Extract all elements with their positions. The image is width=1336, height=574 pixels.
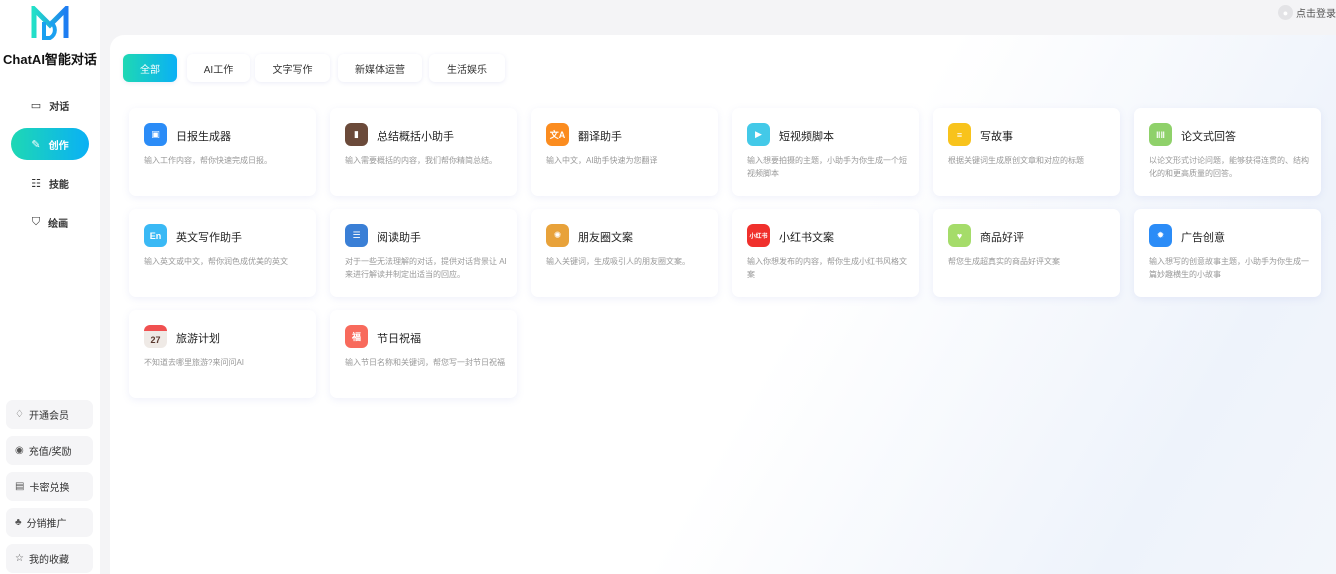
- card-title: 短视频脚本: [779, 131, 834, 143]
- card-title: 论文式回答: [1181, 131, 1236, 143]
- tool-card[interactable]: ‖‖ 论文式回答以论文形式讨论问题，能够获得连贯的、结构化的和更高质量的回答。: [1134, 108, 1321, 196]
- sidebar-item-label: 绘画: [48, 218, 69, 230]
- tool-card[interactable]: ♥ 商品好评帮您生成超真实的商品好评文案: [933, 209, 1120, 297]
- sidebar-item-2[interactable]: ☷ 技能: [11, 167, 89, 199]
- tool-card[interactable]: ≡ 写故事根据关键词生成原创文章和对应的标题: [933, 108, 1120, 196]
- card-description: 输入想要拍摄的主题，小助手为你生成一个短视频脚本: [747, 156, 907, 178]
- tab-3[interactable]: 新媒体运营: [338, 54, 422, 82]
- books-icon: ☰: [345, 224, 368, 247]
- sidebar: ChatAI智能对话 ▭ 对话 ✎ 创作 ☷ 技能 ⛉ 绘画 ♢ 开通会员 ◉ 充值/奖励 ▤ 卡密兑换…: [0, 0, 100, 574]
- card-description: 输入你想发布的内容，帮你生成小红书风格文案: [747, 257, 907, 279]
- tab-1[interactable]: AI工作: [187, 54, 250, 82]
- sidebar-item-label: 对话: [49, 101, 70, 113]
- translate-icon: 文A: [546, 123, 569, 146]
- card-title: 阅读助手: [377, 232, 421, 244]
- sidebar-bottom-label: 卡密兑换: [29, 483, 70, 494]
- tool-card[interactable]: 文A 翻译助手输入中文，AI助手快速为您翻译: [531, 108, 718, 196]
- diamond-icon: ♢: [15, 409, 24, 420]
- card-title: 商品好评: [980, 232, 1024, 244]
- shopping-bag-icon: ♥: [948, 224, 971, 247]
- card-description: 对于一些无法理解的对话，提供对话背景让 AI 来进行解读并制定出适当的回应。: [345, 257, 507, 279]
- sidebar-bottom-item-2[interactable]: ▤ 卡密兑换: [6, 472, 93, 501]
- card-title: 节日祝福: [377, 333, 421, 345]
- notepad-pencil-icon: ≡: [948, 123, 971, 146]
- tool-card[interactable]: 小红书 小红书文案输入你想发布的内容，帮你生成小红书风格文案: [732, 209, 919, 297]
- card-title: 朋友圈文案: [578, 232, 633, 244]
- card-description: 根据关键词生成原创文章和对应的标题: [948, 156, 1084, 165]
- sidebar-bottom-item-3[interactable]: ♣ 分销推广: [6, 508, 93, 537]
- calendar-27-icon: 27: [144, 325, 167, 348]
- sidebar-item-3[interactable]: ⛉ 绘画: [11, 206, 89, 238]
- brand-name: ChatAI智能对话: [3, 52, 97, 67]
- card-description: 不知道去哪里旅游?来问问AI: [144, 358, 245, 367]
- sidebar-bottom-item-4[interactable]: ☆ 我的收藏: [6, 544, 93, 573]
- sidebar-item-label: 创作: [48, 140, 69, 152]
- scroll-icon: 福: [345, 325, 368, 348]
- card-title: 英文写作助手: [176, 232, 242, 244]
- tool-card[interactable]: ✺ 朋友圈文案输入关键词，生成吸引人的朋友圈文案。: [531, 209, 718, 297]
- card-title: 日报生成器: [176, 131, 231, 143]
- card-description: 输入中文，AI助手快速为您翻译: [546, 156, 658, 165]
- star-icon: ☆: [15, 553, 24, 564]
- tool-card[interactable]: ▣ 日报生成器输入工作内容，帮你快速完成日报。: [129, 108, 316, 196]
- user-avatar-icon: ●: [1278, 5, 1293, 20]
- card-description: 输入关键词，生成吸引人的朋友圈文案。: [546, 257, 690, 266]
- tab-0[interactable]: 全部: [123, 54, 177, 82]
- card-title: 广告创意: [1181, 232, 1225, 244]
- tool-card[interactable]: ▮ 总结概括小助手输入需要概括的内容，我们帮你精简总结。: [330, 108, 517, 196]
- sidebar-bottom-label: 开通会员: [28, 411, 69, 422]
- card-icon: ▤: [15, 481, 25, 492]
- main-panel: 全部 AI工作 文字写作 新媒体运营 生活娱乐 ▣ 日报生成器输入工作内容，帮你快速完成日…: [110, 35, 1336, 574]
- aperture-icon: ✺: [546, 224, 569, 247]
- card-title: 写故事: [980, 131, 1013, 143]
- card-description: 输入节日名称和关键词，帮您写一封节日祝福: [345, 358, 505, 367]
- tool-card[interactable]: 福节日祝福输入节日名称和关键词，帮您写一封节日祝福: [330, 310, 517, 398]
- xiaohongshu-icon: 小红书: [747, 224, 770, 247]
- tool-card[interactable]: 27 旅游计划不知道去哪里旅游?来问问AI: [129, 310, 316, 398]
- tab-2[interactable]: 文字写作: [255, 54, 330, 82]
- tool-card[interactable]: En 英文写作助手输入英文或中文，帮你润色成优美的英文: [129, 209, 316, 297]
- briefcase-icon: ▮: [345, 123, 368, 146]
- english-icon: En: [144, 224, 167, 247]
- card-description: 输入需要概括的内容，我们帮你精简总结。: [345, 156, 497, 165]
- login-button[interactable]: ● 点击登录: [1278, 5, 1336, 20]
- card-description: 输入工作内容，帮你快速完成日报。: [144, 156, 272, 165]
- card-title: 小红书文案: [779, 232, 834, 244]
- card-title: 翻译助手: [578, 131, 622, 143]
- tool-card[interactable]: ▶ 短视频脚本输入想要拍摄的主题，小助手为你生成一个短视频脚本: [732, 108, 919, 196]
- pen-icon: ✎: [31, 138, 41, 151]
- sidebar-bottom-item-0[interactable]: ♢ 开通会员: [6, 400, 93, 429]
- coin-icon: ◉: [15, 445, 24, 456]
- share-icon: ♣: [15, 517, 22, 528]
- tool-card[interactable]: ☰ 阅读助手对于一些无法理解的对话，提供对话背景让 AI 来进行解读并制定出适当的…: [330, 209, 517, 297]
- sidebar-bottom-label: 充值/奖励: [28, 447, 72, 458]
- card-title: 旅游计划: [176, 333, 220, 345]
- clapperboard-icon: ▶: [747, 123, 770, 146]
- sidebar-bottom-label: 我的收藏: [28, 555, 69, 566]
- card-description: 输入英文或中文，帮你润色成优美的英文: [144, 257, 288, 266]
- calendar-report-icon: ▣: [144, 123, 167, 146]
- card-title: 总结概括小助手: [377, 131, 454, 143]
- list-icon: ☷: [31, 177, 41, 190]
- sidebar-item-1[interactable]: ✎ 创作: [11, 128, 89, 160]
- logo-icon: [31, 6, 69, 40]
- card-description: 以论文形式讨论问题，能够获得连贯的、结构化的和更高质量的回答。: [1149, 156, 1309, 178]
- card-description: 输入想写的创意故事主题，小助手为你生成一篇妙趣横生的小故事: [1149, 257, 1309, 279]
- brush-icon: ⛉: [31, 215, 41, 228]
- sidebar-item-0[interactable]: ▭ 对话: [11, 89, 89, 121]
- binders-icon: ‖‖: [1149, 123, 1172, 146]
- sidebar-bottom-item-1[interactable]: ◉ 充值/奖励: [6, 436, 93, 465]
- sidebar-item-label: 技能: [48, 179, 69, 191]
- tab-4[interactable]: 生活娱乐: [429, 54, 505, 82]
- card-description: 帮您生成超真实的商品好评文案: [948, 257, 1060, 266]
- lightbulb-icon: ✹: [1149, 224, 1172, 247]
- chat-icon: ▭: [30, 99, 42, 112]
- login-label: 点击登录: [1296, 9, 1336, 20]
- tool-card[interactable]: ✹ 广告创意输入想写的创意故事主题，小助手为你生成一篇妙趣横生的小故事: [1134, 209, 1321, 297]
- sidebar-bottom-label: 分销推广: [26, 519, 67, 530]
